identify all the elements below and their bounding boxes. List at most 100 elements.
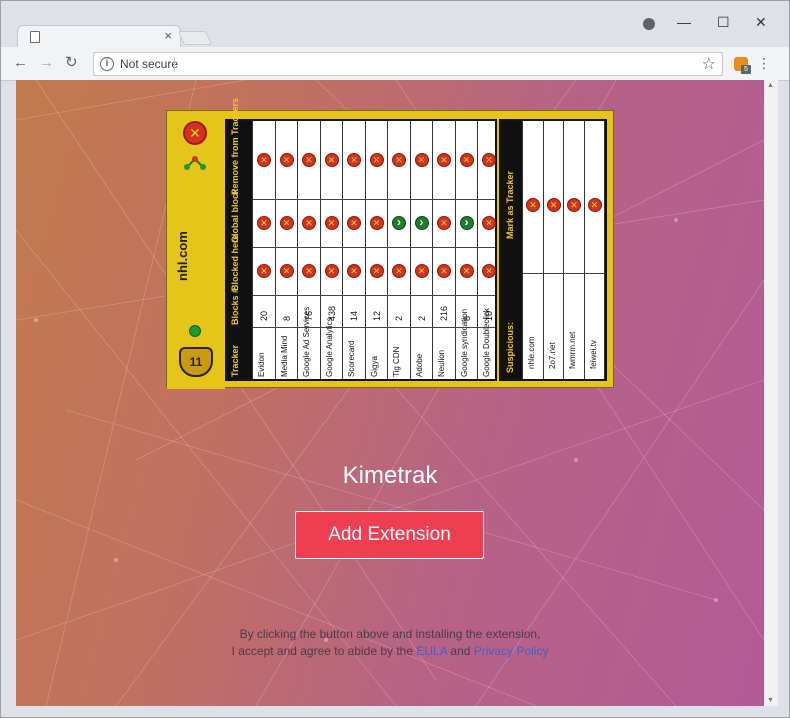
reload-icon[interactable]: ↻ xyxy=(65,55,78,71)
blocks-count: 2 xyxy=(394,315,404,321)
tracker-name: Adobe xyxy=(414,353,424,377)
global-block-toggle[interactable] xyxy=(437,216,451,230)
blocked-here-toggle[interactable] xyxy=(369,264,384,278)
bookmark-star-icon[interactable]: ☆ xyxy=(702,54,716,74)
privacy-policy-link[interactable]: Privacy Policy xyxy=(474,644,549,658)
disclaimer-prefix: I accept and agree to abide by the xyxy=(231,644,414,658)
info-icon[interactable]: i xyxy=(100,57,114,71)
minimize-icon[interactable]: — xyxy=(677,15,691,29)
menu-icon[interactable]: ⋮ xyxy=(757,55,771,72)
blocked-here-toggle[interactable] xyxy=(279,264,294,278)
add-extension-button[interactable]: Add Extension xyxy=(295,511,484,559)
blocked-here-toggle[interactable] xyxy=(459,264,474,278)
site-name: nhl.com xyxy=(175,231,190,281)
global-block-toggle[interactable] xyxy=(459,216,474,230)
blocked-here-toggle[interactable] xyxy=(302,264,316,278)
column-header: Blocks # xyxy=(230,287,240,325)
blocks-count: 216 xyxy=(439,305,449,321)
tracker-row: Adobe 2 xyxy=(411,121,433,379)
suspicious-row: 2o7.net xyxy=(544,121,564,379)
extension-name: Kimetrak xyxy=(342,462,438,489)
tracker-row: Tig CDN 2 xyxy=(388,121,411,379)
blocked-here-toggle[interactable] xyxy=(414,264,429,278)
row-divider xyxy=(253,199,495,200)
tracker-name: Neulion xyxy=(437,349,446,377)
blocked-here-toggle[interactable] xyxy=(324,264,339,278)
remove-tracker-button[interactable] xyxy=(459,153,474,167)
column-header: Blocked here xyxy=(230,234,240,291)
maximize-icon[interactable]: ☐ xyxy=(717,15,730,29)
close-window-icon[interactable]: ✕ xyxy=(755,15,767,29)
blocks-count: 2 xyxy=(416,315,427,321)
mark-as-tracker-button[interactable] xyxy=(546,198,561,212)
disclaimer-and: and xyxy=(450,644,471,658)
tracker-name: Scorecard xyxy=(347,340,356,377)
tab-close-icon[interactable]: × xyxy=(164,29,172,43)
tracker-row: Google Ad Services 76 xyxy=(298,121,321,379)
remove-tracker-button[interactable] xyxy=(324,153,339,167)
remove-tracker-button[interactable] xyxy=(257,153,271,167)
tracker-name: Gigya xyxy=(369,356,379,377)
remove-tracker-button[interactable] xyxy=(279,153,294,167)
row-divider xyxy=(253,247,495,248)
vertical-scrollbar[interactable]: ▲ ▼ xyxy=(764,80,778,706)
global-block-toggle[interactable] xyxy=(482,216,496,230)
account-icon[interactable] xyxy=(643,18,655,30)
blocks-count: 10 xyxy=(484,310,494,321)
mark-as-tracker-button[interactable] xyxy=(567,198,581,212)
blocked-here-toggle[interactable] xyxy=(482,264,496,278)
new-tab-button[interactable] xyxy=(177,31,213,45)
tracker-table: Remove from Trackers Global block Blocked … xyxy=(225,98,501,381)
shield-icon: 11 xyxy=(179,347,213,377)
global-block-toggle[interactable] xyxy=(347,216,361,230)
global-block-toggle[interactable] xyxy=(279,216,294,230)
blocks-count: 14 xyxy=(349,310,359,321)
mark-as-tracker-button[interactable] xyxy=(587,198,602,212)
blocked-here-toggle[interactable] xyxy=(347,264,361,278)
tracker-name: Evidon xyxy=(257,352,266,377)
browser-toolbar: ← → ↻ i Not secure ☆ 5 ⋮ xyxy=(1,47,789,81)
global-block-toggle[interactable] xyxy=(369,216,384,230)
global-block-toggle[interactable] xyxy=(257,216,271,230)
remove-tracker-button[interactable] xyxy=(392,153,406,167)
remove-tracker-button[interactable] xyxy=(347,153,361,167)
browser-tab[interactable]: × xyxy=(17,25,181,47)
address-bar[interactable]: i Not secure ☆ xyxy=(93,52,723,76)
global-block-toggle[interactable] xyxy=(414,216,429,230)
blocked-here-toggle[interactable] xyxy=(392,264,406,278)
remove-tracker-button[interactable] xyxy=(369,153,384,167)
blocked-here-toggle[interactable] xyxy=(437,264,451,278)
remove-tracker-button[interactable] xyxy=(482,153,496,167)
eula-link[interactable]: EULA xyxy=(416,644,447,658)
remove-tracker-button[interactable] xyxy=(437,153,451,167)
page-viewport: ✕ nhl.com 11 Remove from Trackers Global … xyxy=(16,80,764,706)
disclaimer-line-2: I accept and agree to abide by the EULA … xyxy=(16,643,764,660)
tracker-row: Neulion 216 xyxy=(433,121,456,379)
global-block-toggle[interactable] xyxy=(392,216,406,230)
blocked-here-toggle[interactable] xyxy=(257,264,271,278)
suspicious-domain: fwmrm.net xyxy=(568,331,577,369)
mark-as-tracker-button[interactable] xyxy=(526,198,540,212)
column-header: Tracker xyxy=(230,344,240,377)
remove-tracker-button[interactable] xyxy=(302,153,316,167)
suspicious-row: nhle.com xyxy=(523,121,544,379)
graph-icon xyxy=(184,156,206,170)
tracker-row: Scorecard 14 xyxy=(343,121,366,379)
tracker-name: Tig CDN xyxy=(392,346,401,377)
back-icon[interactable]: ← xyxy=(13,55,28,71)
global-block-toggle[interactable] xyxy=(302,216,316,230)
remove-tracker-button[interactable] xyxy=(414,153,429,167)
global-block-toggle[interactable] xyxy=(324,216,339,230)
forward-icon[interactable]: → xyxy=(39,55,54,71)
extension-badge-count: 5 xyxy=(741,65,751,74)
row-divider xyxy=(253,327,495,328)
close-icon: ✕ xyxy=(183,121,207,145)
suspicious-domain: feiwei.tv xyxy=(588,340,598,369)
tracker-row: Google Doubleclick 10 xyxy=(478,121,501,379)
row-divider xyxy=(253,295,495,296)
scroll-down-icon[interactable]: ▼ xyxy=(767,697,774,704)
extension-screenshot: ✕ nhl.com 11 Remove from Trackers Global … xyxy=(166,98,614,389)
disclaimer-line-1: By clicking the button above and install… xyxy=(239,627,541,641)
suspicious-table: Suspicious: Mark as Tracker nhle.com 2o7.ne… xyxy=(499,119,607,381)
scroll-up-icon[interactable]: ▲ xyxy=(767,82,774,89)
